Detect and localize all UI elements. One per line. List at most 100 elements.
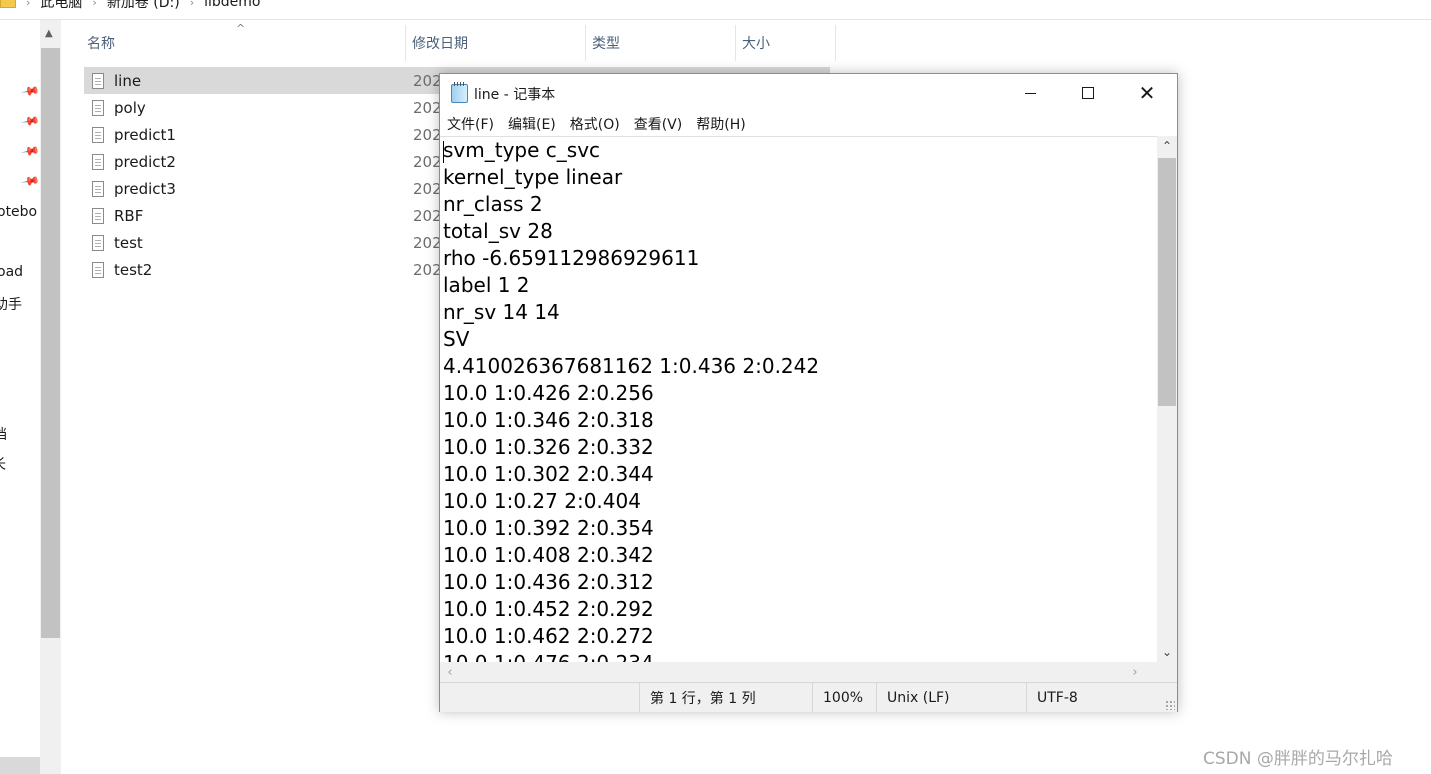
- status-encoding: UTF-8: [1026, 683, 1156, 712]
- file-date: 202: [413, 98, 442, 117]
- nav-item[interactable]: 档: [0, 424, 7, 444]
- title-bar[interactable]: line - 记事本 ✕: [440, 74, 1177, 112]
- watermark: CSDN @胖胖的马尔扎哈: [1203, 749, 1393, 769]
- text-editor[interactable]: svm_type c_svc kernel_type linear nr_cla…: [440, 136, 1157, 663]
- text-line: 10.0 1:0.392 2:0.354: [443, 516, 654, 540]
- status-zoom: 100%: [812, 683, 876, 712]
- text-file-icon: [92, 261, 104, 278]
- nav-pane-scrollbar[interactable]: ▲: [40, 20, 61, 774]
- chevron-right-icon: ›: [26, 0, 31, 9]
- text-line: kernel_type linear: [443, 165, 623, 189]
- file-date: 202: [413, 125, 442, 144]
- file-name: predict2: [114, 152, 176, 171]
- close-button[interactable]: ✕: [1118, 74, 1176, 112]
- column-header-modified[interactable]: 修改日期: [406, 25, 586, 61]
- text-line: SV: [443, 327, 470, 351]
- text-line: 10.0 1:0.27 2:0.404: [443, 489, 641, 513]
- status-line-ending: Unix (LF): [876, 683, 1026, 712]
- scroll-up-icon[interactable]: ⌃: [1157, 136, 1177, 156]
- breadcrumb-this-pc[interactable]: 此电脑: [40, 0, 82, 12]
- window-title: line - 记事本: [474, 87, 556, 103]
- menu-format[interactable]: 格式(O): [570, 114, 620, 134]
- scroll-left-icon[interactable]: ‹: [440, 662, 460, 682]
- text-line: 10.0 1:0.302 2:0.344: [443, 462, 654, 486]
- menu-help[interactable]: 帮助(H): [696, 114, 745, 134]
- file-date: 202: [413, 179, 442, 198]
- column-header-name[interactable]: 名称: [81, 25, 406, 61]
- status-cursor-position: 第 1 行，第 1 列: [639, 683, 812, 712]
- chevron-right-icon: ›: [92, 0, 97, 9]
- text-file-icon: [92, 72, 104, 89]
- text-line: 10.0 1:0.346 2:0.318: [443, 408, 654, 432]
- menu-bar: 文件(F) 编辑(E) 格式(O) 查看(V) 帮助(H): [440, 112, 1177, 136]
- maximize-button[interactable]: [1059, 74, 1117, 112]
- text-line: label 1 2: [443, 273, 530, 297]
- text-file-icon: [92, 234, 104, 251]
- text-file-icon: [92, 126, 104, 143]
- scrollbar-thumb[interactable]: [41, 48, 60, 638]
- notepad-icon: [451, 82, 468, 103]
- text-file-icon: [92, 99, 104, 116]
- nav-item[interactable]: oad: [0, 264, 23, 280]
- text-file-icon: [92, 153, 104, 170]
- scrollbar-thumb[interactable]: [1158, 158, 1176, 406]
- column-header-label: 名称: [87, 36, 115, 52]
- file-name: predict1: [114, 125, 176, 144]
- breadcrumb-drive[interactable]: 新加卷 (D:): [107, 0, 180, 12]
- text-line: total_sv 28: [443, 219, 553, 243]
- file-date: 202: [413, 152, 442, 171]
- nav-item[interactable]: 助手: [0, 294, 22, 314]
- vertical-scrollbar[interactable]: ⌃ ⌄: [1157, 136, 1177, 662]
- pin-icon[interactable]: 📌: [20, 141, 40, 161]
- maximize-icon: [1082, 87, 1094, 99]
- file-date: 202: [413, 71, 442, 90]
- text-line: 10.0 1:0.326 2:0.332: [443, 435, 654, 459]
- file-name: RBF: [114, 206, 144, 225]
- minimize-button[interactable]: [1001, 74, 1059, 112]
- column-header-type[interactable]: 类型: [586, 25, 736, 61]
- text-line: rho -6.659112986929611: [443, 246, 700, 270]
- resize-grip-icon[interactable]: [1165, 700, 1175, 710]
- text-line: 4.410026367681162 1:0.436 2:0.242: [443, 354, 820, 378]
- file-date: 202: [413, 260, 442, 279]
- text-line: 10.0 1:0.462 2:0.272: [443, 624, 654, 648]
- scroll-right-icon[interactable]: ›: [1125, 662, 1145, 682]
- text-line: nr_sv 14 14: [443, 300, 560, 324]
- file-name: predict3: [114, 179, 176, 198]
- pin-icon[interactable]: 📌: [20, 111, 40, 131]
- scroll-down-icon[interactable]: ⌄: [1157, 642, 1177, 662]
- text-line: 10.0 1:0.452 2:0.292: [443, 597, 654, 621]
- status-bar: 第 1 行，第 1 列 100% Unix (LF) UTF-8: [440, 682, 1177, 712]
- navigation-pane: 📌 📌 📌 📌 otebo oad 助手 档 长 ): [0, 20, 40, 774]
- column-header-size[interactable]: 大小: [736, 25, 836, 61]
- menu-view[interactable]: 查看(V): [634, 114, 683, 134]
- menu-edit[interactable]: 编辑(E): [508, 114, 556, 134]
- file-name: line: [114, 71, 142, 90]
- chevron-right-icon: ›: [189, 0, 195, 9]
- address-bar[interactable]: › 此电脑 › 新加卷 (D:) › libdemo: [0, 0, 1431, 20]
- nav-item[interactable]: otebo: [0, 204, 37, 220]
- file-name: test: [114, 233, 143, 252]
- nav-item[interactable]: 长: [0, 454, 6, 474]
- file-date: 202: [413, 206, 442, 225]
- text-caret: [443, 141, 444, 163]
- file-name: test2: [114, 260, 153, 279]
- horizontal-scrollbar[interactable]: ‹ ›: [440, 662, 1157, 682]
- pin-icon[interactable]: 📌: [20, 171, 40, 191]
- column-header-label: 大小: [742, 36, 770, 52]
- close-icon: ✕: [1138, 81, 1156, 105]
- notepad-window: line - 记事本 ✕ 文件(F) 编辑(E) 格式(O) 查看(V) 帮助(…: [439, 73, 1178, 712]
- text-line: svm_type c_svc: [443, 138, 601, 162]
- pin-icon[interactable]: 📌: [20, 81, 40, 101]
- scrollbar-corner: [1157, 662, 1177, 682]
- file-name: poly: [114, 98, 146, 117]
- menu-file[interactable]: 文件(F): [447, 114, 494, 134]
- text-file-icon: [92, 180, 104, 197]
- column-header-label: 类型: [592, 36, 620, 52]
- file-date: 202: [413, 233, 442, 252]
- text-file-icon: [92, 207, 104, 224]
- text-line: 10.0 1:0.426 2:0.256: [443, 381, 654, 405]
- breadcrumb-folder[interactable]: libdemo: [204, 0, 260, 10]
- scroll-up-icon[interactable]: ▲: [45, 28, 53, 39]
- folder-icon: [0, 0, 16, 8]
